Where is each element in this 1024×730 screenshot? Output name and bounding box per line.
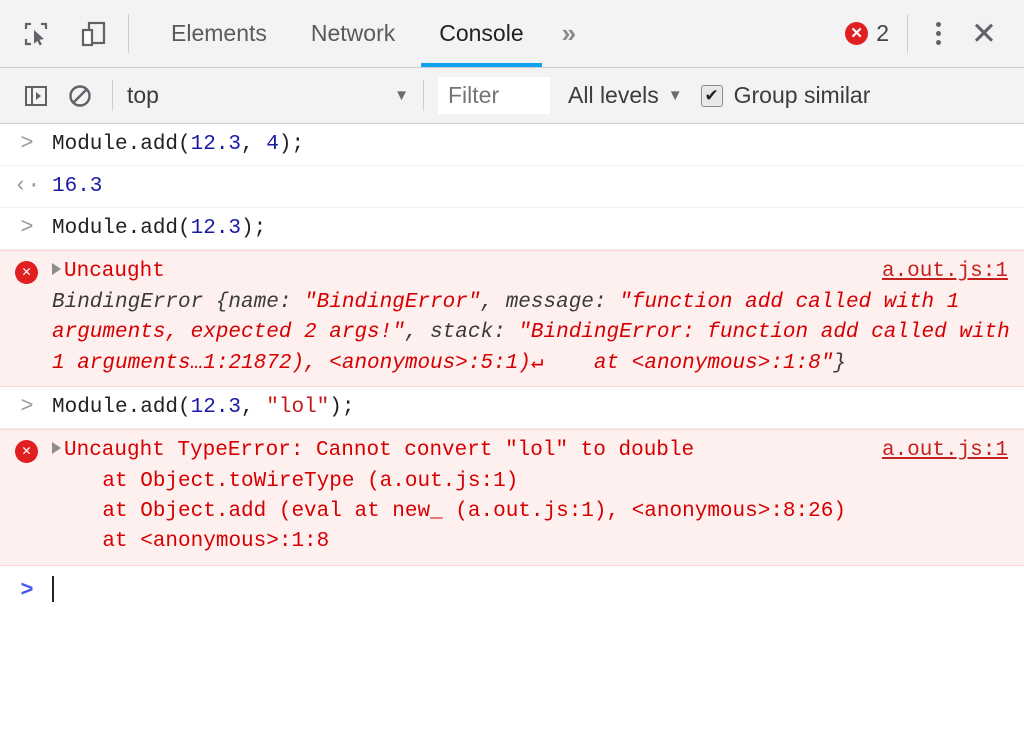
- tab-elements-label: Elements: [171, 20, 267, 47]
- error-count-badge[interactable]: ✕ 2: [845, 20, 889, 47]
- console-result-row[interactable]: ‹· 16.3: [0, 166, 1024, 208]
- group-similar-checkbox[interactable]: ✔: [701, 85, 723, 107]
- console-filter-bar: top ▼ All levels ▼ ✔ Group similar: [0, 68, 1024, 124]
- console-command-text: Module.add(12.3, 4);: [0, 129, 1024, 160]
- cmd-number: 12.3: [191, 133, 241, 156]
- console-error-stack: at Object.toWireType (a.out.js:1) at Obj…: [52, 467, 1012, 558]
- console-error-body: Uncaught a.out.js:1 BindingError {name: "…: [0, 257, 1024, 379]
- error-count-label: 2: [876, 20, 889, 47]
- prompt-arrow-icon: >: [14, 215, 40, 240]
- right-icons-divider: [907, 14, 908, 53]
- execution-context-value: top: [127, 82, 159, 109]
- console-command-text: Module.add(12.3, "lol");: [0, 392, 1024, 423]
- source-link[interactable]: a.out.js:1: [882, 257, 1008, 287]
- console-error-title: Uncaught TypeError: Cannot convert "lol"…: [64, 439, 694, 462]
- expand-triangle-icon[interactable]: [52, 442, 61, 454]
- prompt-arrow-icon: >: [14, 394, 40, 419]
- console-command-row[interactable]: > Module.add(12.3, "lol");: [0, 387, 1024, 429]
- console-sidebar-icon[interactable]: [14, 76, 58, 116]
- cmd-number: 4: [266, 133, 279, 156]
- console-error-row[interactable]: ✕ Uncaughta.out.js:1 BindingError {name:…: [0, 250, 1024, 387]
- kebab-dot: [936, 31, 941, 36]
- object-key: BindingError {name:: [52, 291, 304, 314]
- more-tabs-icon[interactable]: »: [546, 0, 592, 67]
- close-icon[interactable]: ✕: [962, 12, 1006, 56]
- chevron-down-icon: ▼: [394, 87, 409, 104]
- inspect-element-icon[interactable]: [14, 12, 58, 56]
- result-arrow-icon: ‹·: [14, 173, 40, 198]
- group-similar-label: Group similar: [734, 82, 871, 109]
- console-input-row[interactable]: >: [0, 566, 1024, 612]
- console-error-title: Uncaught: [64, 260, 165, 283]
- filter-bar-divider: [112, 80, 113, 111]
- kebab-menu-icon[interactable]: [918, 14, 958, 54]
- prompt-arrow-icon: >: [14, 578, 40, 603]
- cmd-part: Module.add(: [52, 133, 191, 156]
- console-command-text: Module.add(12.3);: [0, 213, 1024, 244]
- cmd-part: Module.add(: [52, 396, 191, 419]
- kebab-dot: [936, 22, 941, 27]
- cmd-part: Module.add(: [52, 217, 191, 240]
- clear-console-icon[interactable]: [58, 76, 102, 116]
- group-similar-toggle[interactable]: ✔ Group similar: [701, 82, 871, 109]
- execution-context-select[interactable]: top ▼: [123, 82, 423, 109]
- object-key: , stack:: [405, 321, 518, 344]
- source-link[interactable]: a.out.js:1: [882, 436, 1008, 466]
- object-string: "BindingError": [304, 291, 480, 314]
- console-message-list[interactable]: > Module.add(12.3, 4); ‹· 16.3 > Module.…: [0, 124, 1024, 730]
- tab-console[interactable]: Console: [417, 0, 545, 67]
- cmd-part: ,: [241, 133, 266, 156]
- chevron-down-icon: ▼: [668, 87, 683, 104]
- tab-bar-left-icons: [0, 0, 116, 67]
- devtools-tab-bar: Elements Network Console » ✕ 2 ✕: [0, 0, 1024, 68]
- cmd-part: ,: [241, 396, 266, 419]
- object-key: , message:: [480, 291, 619, 314]
- tab-network-label: Network: [311, 20, 395, 47]
- cmd-string: "lol": [266, 396, 329, 419]
- cmd-part: );: [329, 396, 354, 419]
- cmd-part: );: [241, 217, 266, 240]
- error-circle-icon: ✕: [845, 22, 868, 45]
- cmd-part: );: [279, 133, 304, 156]
- device-toolbar-icon[interactable]: [72, 12, 116, 56]
- prompt-arrow-icon: >: [14, 131, 40, 156]
- filter-bar-divider-2: [423, 80, 424, 111]
- console-command-row[interactable]: > Module.add(12.3, 4);: [0, 124, 1024, 166]
- object-key: }: [833, 352, 846, 375]
- console-command-row[interactable]: > Module.add(12.3);: [0, 208, 1024, 250]
- console-error-header[interactable]: Uncaught a.out.js:1: [52, 257, 1012, 287]
- text-cursor: [52, 576, 54, 602]
- tab-bar-right-icons: ✕ 2 ✕: [845, 0, 1024, 67]
- filter-input[interactable]: [438, 77, 550, 114]
- tab-bar-divider: [128, 14, 129, 53]
- console-error-object: BindingError {name: "BindingError", mess…: [52, 288, 1012, 379]
- cmd-number: 12.3: [191, 217, 241, 240]
- cmd-number: 12.3: [191, 396, 241, 419]
- log-level-select[interactable]: All levels ▼: [568, 82, 683, 109]
- panel-tabs: Elements Network Console »: [141, 0, 592, 67]
- kebab-dot: [936, 40, 941, 45]
- expand-triangle-icon[interactable]: [52, 263, 61, 275]
- console-result-value: 16.3: [0, 171, 1024, 202]
- tab-elements[interactable]: Elements: [149, 0, 289, 67]
- console-error-row[interactable]: ✕ Uncaught TypeError: Cannot convert "lo…: [0, 429, 1024, 566]
- log-level-label: All levels: [568, 82, 659, 109]
- console-error-body: Uncaught TypeError: Cannot convert "lol"…: [0, 436, 1024, 558]
- tab-console-label: Console: [439, 20, 523, 47]
- console-error-header[interactable]: Uncaught TypeError: Cannot convert "lol"…: [52, 436, 1012, 466]
- tab-network[interactable]: Network: [289, 0, 417, 67]
